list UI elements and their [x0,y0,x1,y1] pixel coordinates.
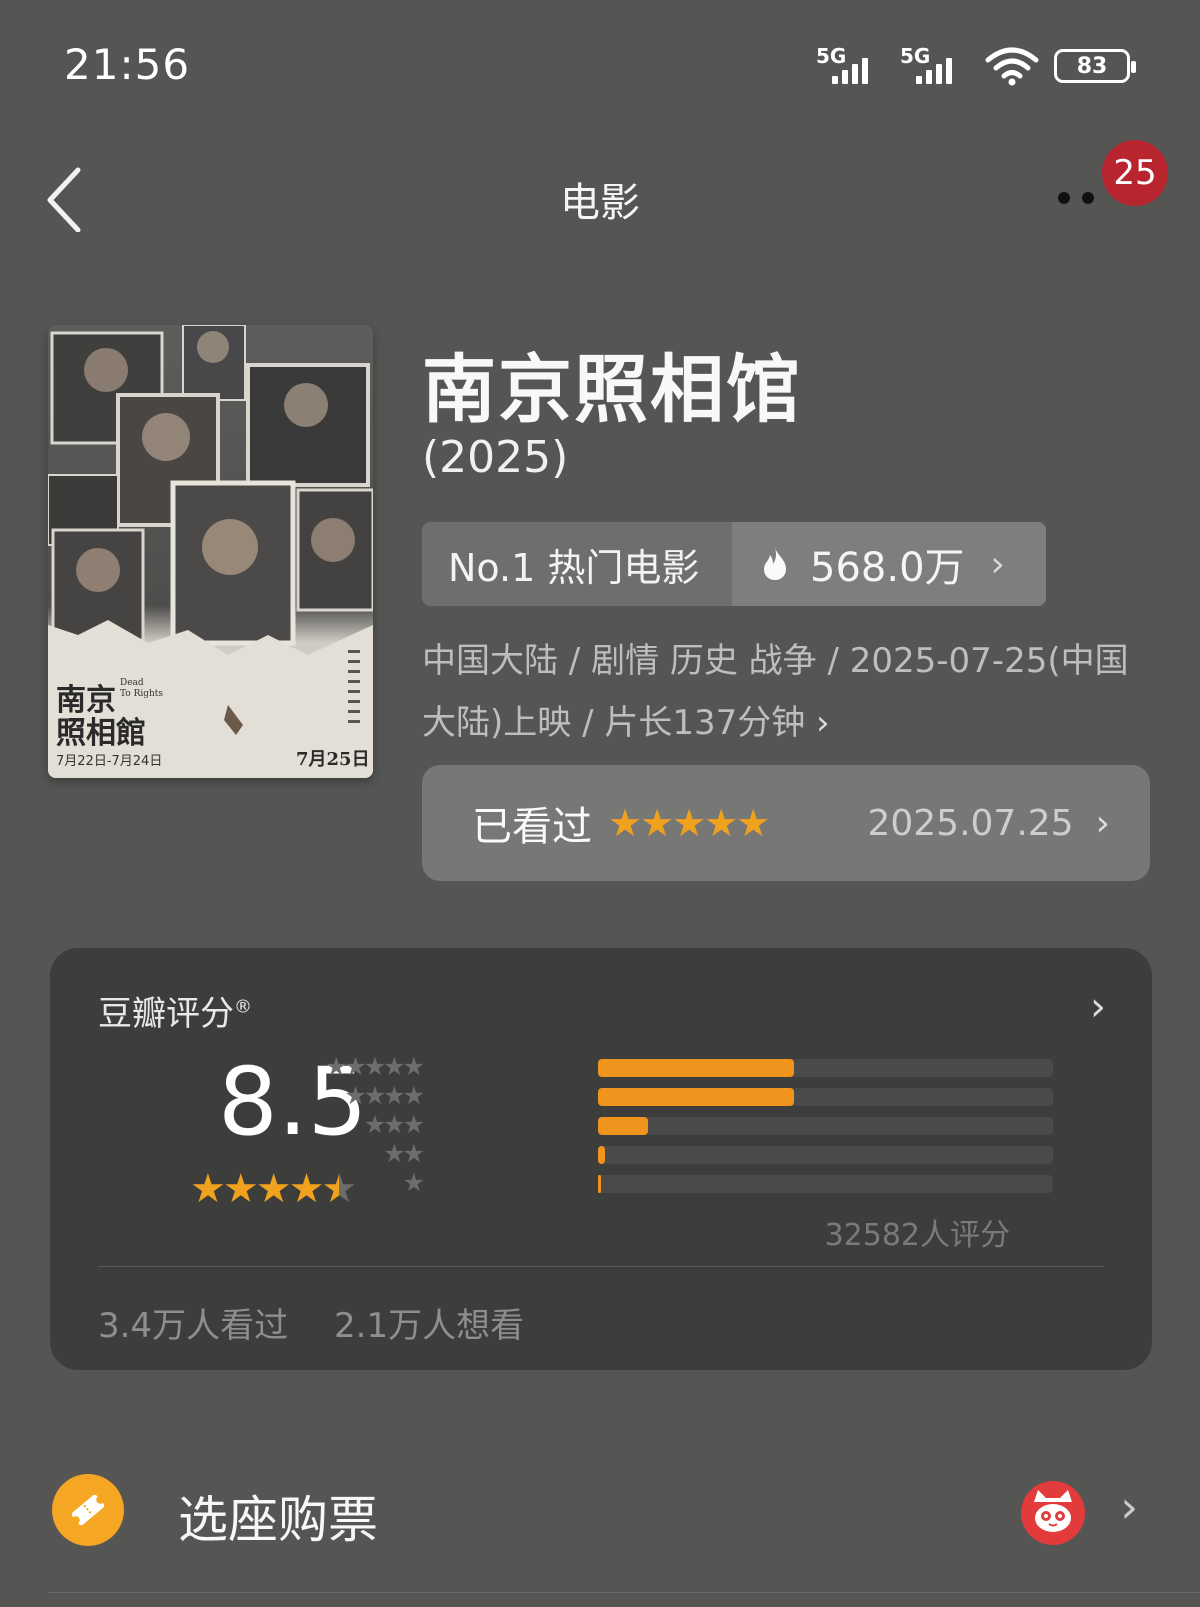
svg-text:照相館: 照相館 [56,716,146,751]
movie-meta[interactable]: 中国大陆 / 剧情 历史 战争 / 2025-07-25(中国大陆)上映 / 片… [422,630,1162,754]
more-dots-icon [1058,192,1070,204]
signal-icon-2: 5G [900,44,970,88]
svg-text:Dead: Dead [120,678,144,688]
dist-track [598,1175,1053,1193]
svg-text:7月22日-7月24日: 7月22日-7月24日 [56,754,162,769]
cat-logo-icon [1020,1480,1086,1546]
chevron-right-icon: › [1120,1482,1138,1533]
rating-title-text: 豆瓣评分 [98,994,234,1034]
status-icons: 5G 5G 83 [816,44,1136,88]
status-bar: 21:56 5G 5G 83 [0,0,1200,130]
star-icon: ★★ [383,1139,425,1168]
more-button[interactable] [1040,184,1100,214]
poster-title-text: 南京 [56,683,116,718]
chevron-right-icon: › [1095,802,1110,844]
signal-icon: 5G [816,44,886,88]
fire-icon [764,548,786,580]
rank-label[interactable]: No.1 热门电影 [422,522,732,606]
buy-ticket-row[interactable]: 选座购票 › [0,1460,1200,1560]
meta-text: 中国大陆 / 剧情 历史 战争 / 2025-07-25(中国大陆)上映 / 片… [422,641,1129,743]
rating-count: 32582人评分 [824,1218,1010,1253]
movie-title: 南京照相馆 [422,347,802,433]
heat-button[interactable]: 568.0万 › [732,522,1046,606]
svg-text:To Rights: To Rights [120,689,163,699]
rating-card-title: 豆瓣评分® [98,986,252,1035]
poster-image: 南京 照相館 Dead To Rights 7月22日-7月24日 7月25日 [48,325,373,778]
battery-icon: 83 [1054,49,1136,83]
dist-fill-4 [598,1088,794,1106]
chevron-right-icon: › [816,703,830,743]
movie-poster[interactable]: 南京 照相館 Dead To Rights 7月22日-7月24日 7月25日 [48,325,373,778]
movie-year: (2025) [422,432,569,483]
dist-fill-1 [598,1175,601,1193]
dist-track [598,1059,1053,1077]
user-rating-stars: ★★★★★ [608,801,770,845]
dist-track [598,1146,1053,1164]
wifi-icon [985,47,1039,86]
want-count[interactable]: 2.1万人想看 [334,1298,524,1347]
chevron-right-icon[interactable]: › [1090,984,1106,1030]
ticket-icon [52,1474,124,1546]
watched-bar[interactable]: 已看过 ★★★★★ 2025.07.25 › [422,765,1150,881]
watched-date: 2025.07.25 [867,802,1074,844]
dist-fill-2 [598,1146,605,1164]
svg-text:7月25日: 7月25日 [296,749,370,770]
more-dot [1082,192,1094,204]
watched-label: 已看过 [472,804,592,850]
star-icon: ★ [402,1168,425,1197]
rating-card[interactable]: 豆瓣评分® › 8.5 ★★★★★ ★★★★★ ★★★★ ★★★ ★★ ★ 32… [50,948,1152,1370]
watched-count[interactable]: 3.4万人看过 [98,1298,288,1347]
star-icon: ★★★★★ [324,1052,425,1081]
rank-pill: No.1 热门电影 568.0万 › [422,522,1046,606]
header: 电影 [0,150,1200,250]
heat-value: 568.0万 [810,545,965,591]
dist-track [598,1117,1053,1135]
divider [98,1266,1104,1267]
notification-badge: 25 [1102,140,1168,206]
star-icon: ★★★★ [344,1081,425,1110]
dist-track [598,1088,1053,1106]
buy-ticket-label: 选座购票 [178,1491,378,1549]
divider [48,1592,1200,1593]
page-title: 电影 [560,180,640,226]
dist-fill-5 [598,1059,794,1077]
star-icon: ★★★ [363,1110,425,1139]
status-time: 21:56 [64,40,191,89]
chevron-right-icon: › [990,543,1005,585]
dist-fill-3 [598,1117,649,1135]
registered-mark: ® [234,996,252,1018]
